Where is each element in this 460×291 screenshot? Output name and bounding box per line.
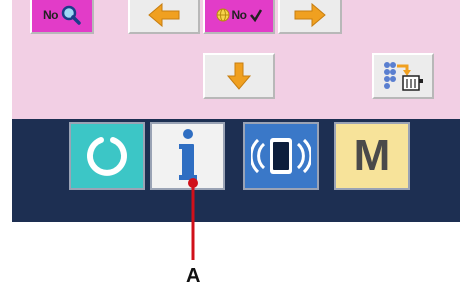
number-icon: No (216, 8, 263, 22)
number-button[interactable]: No (203, 0, 275, 34)
mode-label: M (353, 131, 391, 180)
arrow-down-icon (226, 62, 252, 90)
previous-button[interactable] (128, 0, 200, 34)
info-icon (178, 129, 197, 180)
data-transfer-button[interactable] (372, 53, 434, 99)
bottom-nav-bar: M (12, 119, 460, 222)
number-search-button[interactable]: No (30, 0, 94, 34)
number-no-text: No (231, 8, 248, 22)
magnifier-icon (61, 5, 81, 25)
data-transfer-icon (384, 62, 423, 91)
information-button[interactable] (150, 122, 225, 190)
arrow-left-icon (148, 2, 180, 28)
globe-icon (216, 8, 229, 22)
communication-icon (251, 138, 311, 174)
callout-label-a: A (186, 265, 201, 287)
arrow-right-icon (294, 2, 326, 28)
reset-button[interactable] (69, 122, 145, 190)
checkmark-icon (249, 9, 262, 22)
number-search-icon: No (43, 4, 81, 26)
down-button[interactable] (203, 53, 275, 99)
number-search-no-text: No (43, 8, 59, 22)
mode-button[interactable]: M (334, 122, 410, 190)
communication-button[interactable] (243, 122, 319, 190)
circle-reset-icon (87, 137, 127, 176)
next-button[interactable] (278, 0, 342, 34)
operation-panel: No No M A (0, 0, 460, 291)
